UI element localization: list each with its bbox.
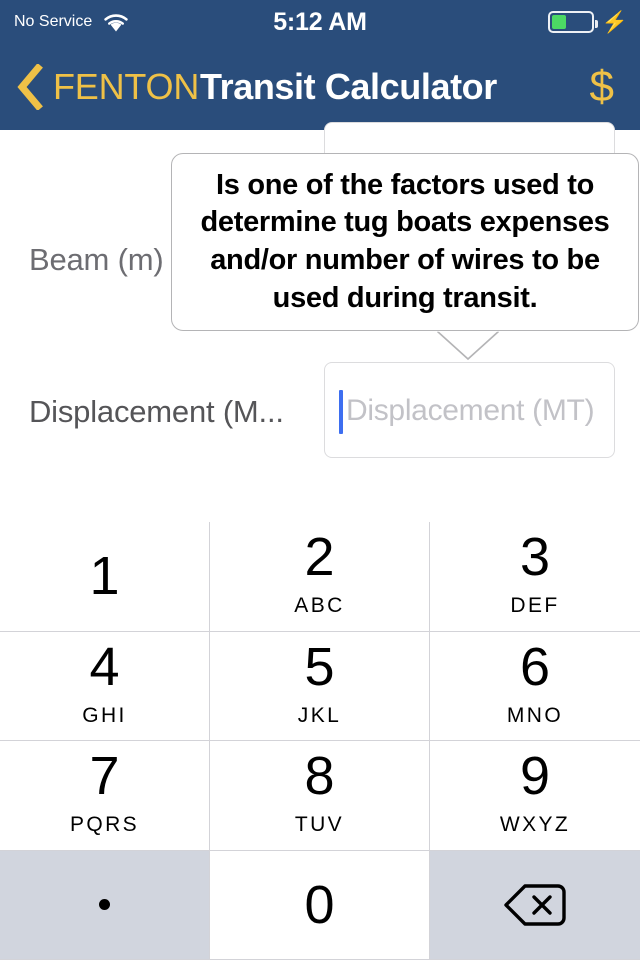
backspace-icon bbox=[504, 884, 566, 926]
decimal-point-glyph bbox=[99, 899, 110, 911]
key-1[interactable]: 1 bbox=[0, 522, 210, 632]
dollar-sign-icon[interactable]: $ bbox=[590, 44, 614, 130]
back-button-label: FENTON bbox=[53, 66, 200, 107]
key-digit-label: 2 bbox=[304, 527, 335, 588]
key-letters-label: MNO bbox=[506, 703, 564, 727]
key-9[interactable]: 9 WXYZ bbox=[430, 741, 640, 851]
status-bar: No Service 5:12 AM ⚡ bbox=[0, 0, 640, 44]
key-8[interactable]: 8 TUV bbox=[210, 741, 430, 851]
status-bar-clock: 5:12 AM bbox=[0, 0, 640, 44]
tooltip-arrow bbox=[437, 330, 499, 361]
clock-label: 5:12 AM bbox=[273, 7, 367, 36]
key-digit-label: 9 bbox=[519, 746, 551, 807]
key-letters-label: WXYZ bbox=[499, 813, 571, 837]
tooltip-popover: Is one of the factors used to determine … bbox=[171, 153, 639, 331]
key-digit-label: 7 bbox=[89, 746, 120, 807]
key-letters-label: GHI bbox=[82, 703, 127, 727]
key-letters-label: TUV bbox=[294, 813, 345, 837]
key-digit-label: 0 bbox=[304, 874, 335, 935]
page-title-label: Transit Calculator bbox=[200, 66, 497, 107]
battery-icon bbox=[547, 11, 598, 33]
numeric-keypad: 1 2 ABC 3 DEF 4 GHI 5 JKL 6 MNO 7 PQRS 8 TUV 9 WXYZ 0 bbox=[0, 522, 640, 960]
back-button[interactable]: FENTON bbox=[16, 44, 199, 130]
key-digit-label: 8 bbox=[304, 746, 335, 807]
text-caret bbox=[339, 390, 343, 434]
key-digit-label: 3 bbox=[519, 527, 551, 588]
status-bar-right: ⚡ bbox=[547, 0, 628, 44]
navigation-bar: FENTON Transit Calculator $ bbox=[0, 44, 640, 130]
currency-label: $ bbox=[589, 62, 614, 111]
displacement-input[interactable]: Displacement (MT) bbox=[324, 362, 615, 458]
key-3[interactable]: 3 DEF bbox=[430, 522, 640, 632]
key-6[interactable]: 6 MNO bbox=[430, 631, 640, 741]
lightning-bolt-icon: ⚡ bbox=[601, 10, 628, 34]
chevron-left-icon bbox=[17, 64, 43, 110]
tooltip-text: Is one of the factors used to determine … bbox=[200, 168, 610, 314]
key-letters-label: DEF bbox=[510, 594, 560, 618]
key-digit-label: 5 bbox=[304, 636, 335, 697]
beam-label: Beam (m) bbox=[29, 242, 164, 277]
key-7[interactable]: 7 PQRS bbox=[0, 741, 210, 851]
key-5[interactable]: 5 JKL bbox=[210, 631, 430, 741]
key-letters-label: ABC bbox=[294, 594, 345, 618]
key-letters-label: JKL bbox=[297, 703, 342, 727]
battery-fill bbox=[551, 15, 567, 29]
key-0[interactable]: 0 bbox=[210, 850, 430, 960]
key-digit-label: 6 bbox=[519, 636, 551, 697]
displacement-label: Displacement (M... bbox=[29, 394, 284, 429]
key-4[interactable]: 4 GHI bbox=[0, 631, 210, 741]
displacement-placeholder: Displacement (MT) bbox=[346, 394, 595, 427]
page-title: Transit Calculator bbox=[200, 44, 497, 130]
key-backspace[interactable] bbox=[430, 850, 640, 960]
key-digit-label: 1 bbox=[89, 546, 120, 607]
key-2[interactable]: 2 ABC bbox=[210, 522, 430, 632]
key-digit-label: 4 bbox=[89, 636, 120, 697]
key-decimal-point[interactable] bbox=[0, 850, 210, 960]
key-letters-label: PQRS bbox=[69, 813, 140, 837]
